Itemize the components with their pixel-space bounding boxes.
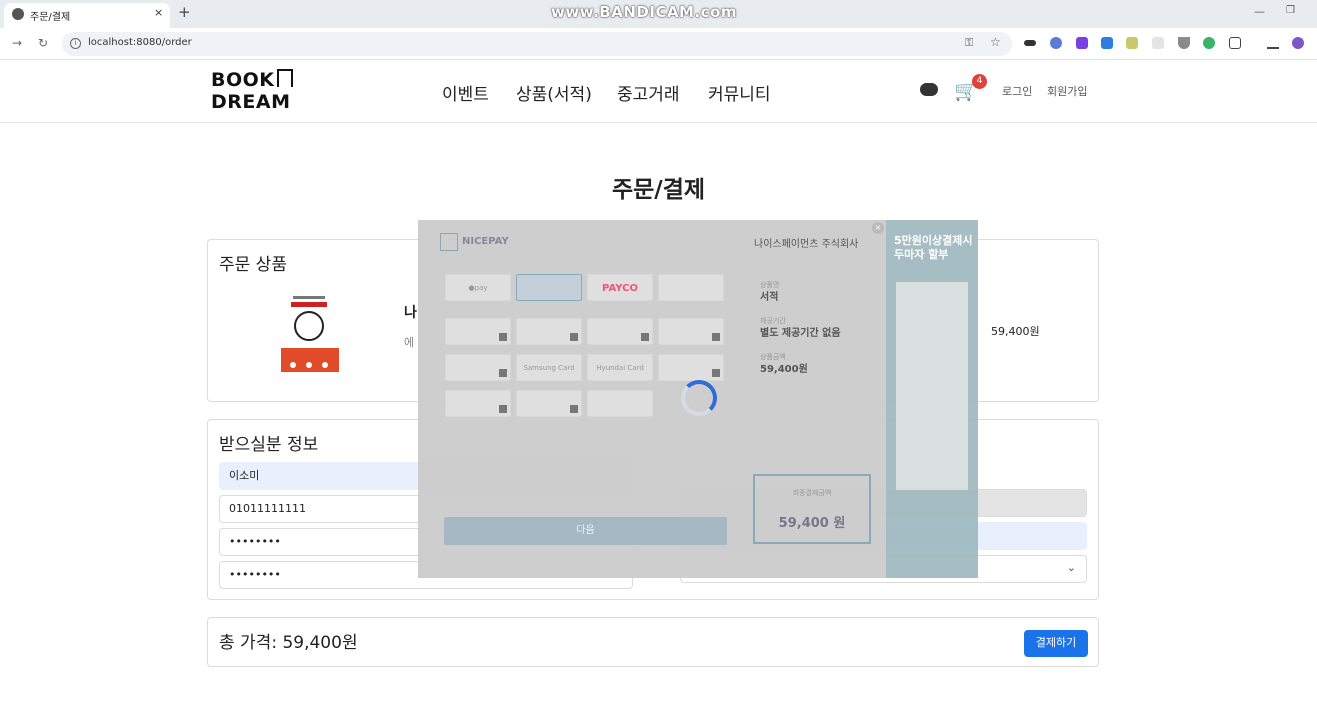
card-option-1[interactable] — [445, 318, 511, 345]
extension-color-icon[interactable] — [1050, 37, 1062, 49]
final-amount-box: 최종결제금액 59,400 원 — [753, 474, 871, 544]
globe-icon — [12, 8, 24, 20]
books-icon — [276, 69, 293, 87]
extension-glasses-icon[interactable] — [1024, 40, 1036, 46]
next-button[interactable]: 다음 — [444, 517, 727, 545]
book-title: 나 — [404, 305, 417, 321]
item-price: 59,400원 — [991, 325, 1040, 338]
downloads-icon[interactable] — [1267, 37, 1279, 49]
amount-value: 59,400원 — [760, 364, 808, 375]
nav-community[interactable]: 커뮤니티 — [708, 80, 771, 105]
extension-blank-icon[interactable] — [1152, 37, 1164, 49]
nav-used-trade[interactable]: 중고거래 — [617, 80, 680, 105]
nav-products[interactable]: 상품(서적) — [516, 80, 592, 105]
info-icon — [499, 405, 507, 413]
promo-title-line1: 5만원이상결제시 — [894, 234, 973, 247]
restore-icon[interactable]: ❐ — [1286, 5, 1295, 16]
period-value: 별도 제공기간 없음 — [760, 328, 841, 339]
logo-line2: DREAM — [211, 91, 291, 113]
book-cover-image — [279, 292, 339, 374]
login-link[interactable]: 로그인 — [1002, 83, 1032, 99]
card-option-10[interactable] — [516, 390, 582, 417]
info-icon — [641, 333, 649, 341]
logo-line1: BOOK — [211, 69, 275, 91]
nicepay-company: 나이스페이먼츠 주식회사 — [754, 239, 859, 250]
final-amount-value: 59,400 원 — [778, 516, 846, 531]
chat-icon[interactable] — [920, 83, 938, 96]
card-option-hyundai[interactable]: Hyundai Card — [587, 354, 653, 381]
payment-popup: NICEPAY 나이스페이먼츠 주식회사 ●pay PAYCO Samsung … — [418, 220, 978, 578]
extension-filter-icon[interactable] — [1178, 37, 1190, 49]
nicepay-logo-icon — [440, 233, 458, 251]
payment-popup-main: NICEPAY 나이스페이먼츠 주식회사 ●pay PAYCO Samsung … — [418, 220, 886, 578]
book-author: 에 — [404, 336, 415, 349]
total-card: 총 가격: 59,400원 결제하기 — [207, 617, 1099, 667]
browser-tab-bar: 주문/결제 × + www.BANDICAM.com — ❐ — [0, 0, 1317, 28]
nicepay-brand: NICEPAY — [462, 236, 509, 247]
total-price: 총 가격: 59,400원 — [219, 633, 358, 653]
nav-events[interactable]: 이벤트 — [442, 80, 489, 105]
url-text: localhost:8080/order — [88, 37, 192, 48]
info-icon — [570, 333, 578, 341]
card-option-5[interactable] — [445, 354, 511, 381]
bookmark-star-icon[interactable]: ☆ — [990, 35, 1001, 49]
info-icon — [499, 333, 507, 341]
close-tab-icon[interactable]: × — [154, 6, 163, 19]
card-option-9[interactable] — [445, 390, 511, 417]
pay-method-other[interactable] — [658, 274, 724, 301]
info-icon — [712, 369, 720, 377]
pay-method-payco[interactable]: PAYCO — [587, 274, 653, 301]
page-title: 주문/결제 — [611, 177, 706, 203]
card-option-samsung[interactable]: Samsung Card — [516, 354, 582, 381]
promo-card-list — [896, 282, 968, 490]
site-logo[interactable]: BOOK DREAM — [211, 69, 293, 113]
reload-icon[interactable]: ↻ — [38, 36, 48, 50]
final-amount-label: 최종결제금액 — [792, 489, 832, 497]
extension-yellow-icon[interactable] — [1126, 37, 1138, 49]
recording-watermark: www.BANDICAM.com — [551, 3, 738, 21]
promo-title-line2: 두마자 할부 — [894, 248, 949, 261]
promo-title: 5만원이상결제시 두마자 할부 — [894, 234, 973, 262]
minimize-icon[interactable]: — — [1254, 5, 1265, 18]
extension-download-icon[interactable] — [1101, 37, 1113, 49]
profile-avatar[interactable] — [1292, 37, 1304, 49]
product-value: 서적 — [760, 292, 779, 303]
browser-tab[interactable]: 주문/결제 × — [4, 3, 170, 28]
site-info-icon[interactable]: i — [70, 38, 81, 49]
card-option-4[interactable] — [658, 318, 724, 345]
cart-count-badge: 4 — [972, 74, 987, 89]
order-items-heading: 주문 상품 — [219, 255, 287, 275]
info-icon — [570, 405, 578, 413]
pay-button[interactable]: 결제하기 — [1024, 630, 1088, 657]
signup-link[interactable]: 회원가입 — [1047, 83, 1087, 99]
site-header: BOOK DREAM 이벤트 상품(서적) 중고거래 커뮤니티 🛒 4 로그인 … — [0, 61, 1317, 123]
info-icon — [712, 333, 720, 341]
card-option-8[interactable] — [658, 354, 724, 381]
extension-green-icon[interactable] — [1203, 37, 1215, 49]
address-bar[interactable]: i localhost:8080/order ⚿ ☆ — [62, 32, 1012, 56]
back-icon[interactable]: → — [12, 36, 22, 50]
new-tab-button[interactable]: + — [178, 3, 191, 21]
promo-panel: 5만원이상결제시 두마자 할부 — [886, 220, 978, 578]
loading-spinner-icon — [681, 380, 717, 416]
recipient-heading: 받으실분 정보 — [219, 435, 319, 455]
close-icon[interactable]: × — [872, 222, 884, 234]
extensions-puzzle-icon[interactable] — [1229, 37, 1241, 49]
info-icon — [499, 369, 507, 377]
password-key-icon[interactable]: ⚿ — [965, 36, 973, 50]
chevron-down-icon: ⌄ — [1066, 561, 1076, 574]
pay-method-npay[interactable]: ●pay — [445, 274, 511, 301]
card-option-2[interactable] — [516, 318, 582, 345]
tab-title: 주문/결제 — [30, 12, 71, 23]
card-option-11[interactable] — [587, 390, 653, 417]
browser-toolbar: → ↻ i localhost:8080/order ⚿ ☆ — [0, 28, 1317, 60]
pay-method-card[interactable] — [516, 274, 582, 301]
card-option-3[interactable] — [587, 318, 653, 345]
extension-purple-icon[interactable] — [1076, 37, 1088, 49]
